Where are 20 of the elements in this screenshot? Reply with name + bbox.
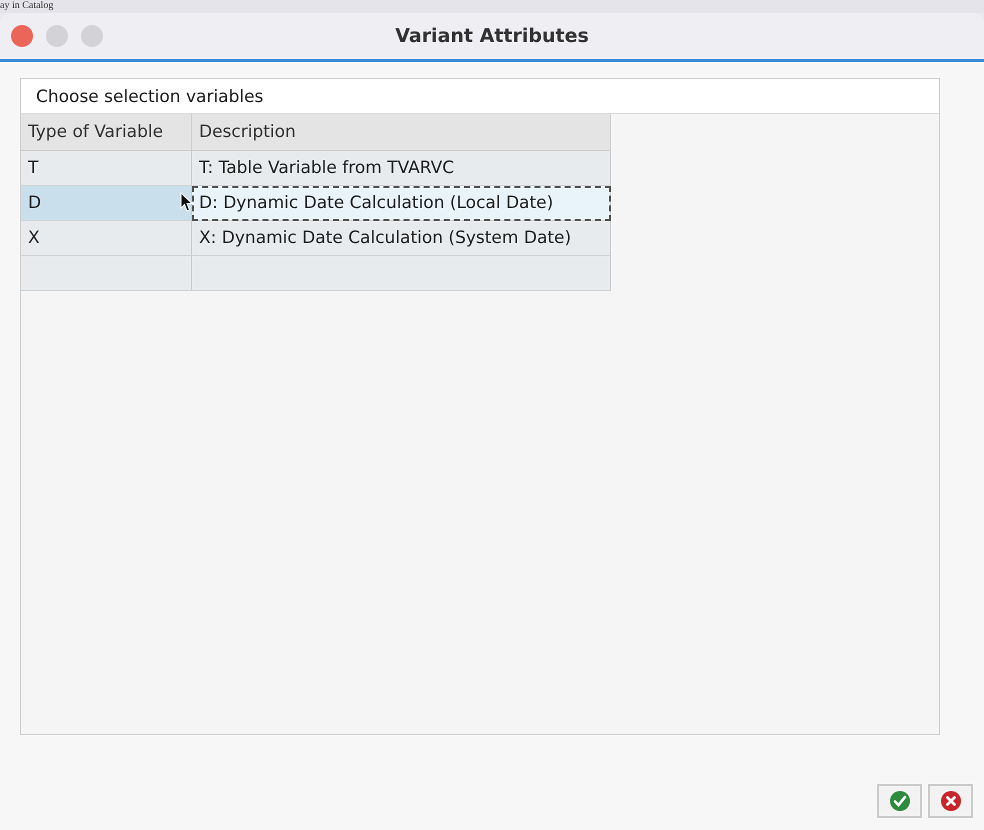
table-cell[interactable]: [192, 256, 611, 291]
table-cell[interactable]: D: [21, 186, 192, 221]
minimize-button[interactable]: [46, 25, 68, 47]
window-title: Variant Attributes: [395, 25, 589, 47]
confirm-button[interactable]: [877, 784, 922, 818]
mouse-pointer-icon: [180, 192, 193, 212]
cancel-button[interactable]: [928, 784, 973, 818]
table-cell[interactable]: [21, 256, 192, 291]
panel-title: Choose selection variables: [21, 79, 939, 114]
checkmark-icon: [888, 790, 910, 812]
table-cell[interactable]: T: [21, 151, 192, 186]
table-cell[interactable]: X: [21, 221, 192, 256]
table-cell[interactable]: X: Dynamic Date Calculation (System Date): [192, 221, 611, 256]
cancel-icon: [940, 790, 962, 812]
table-cell[interactable]: T: Table Variable from TVARVC: [192, 151, 611, 186]
zoom-button[interactable]: [81, 25, 103, 47]
close-button[interactable]: [11, 25, 33, 47]
column-header[interactable]: Type of Variable: [21, 114, 192, 151]
background-window-title: ay in Catalog: [0, 0, 54, 12]
column-header[interactable]: Description: [192, 114, 611, 151]
